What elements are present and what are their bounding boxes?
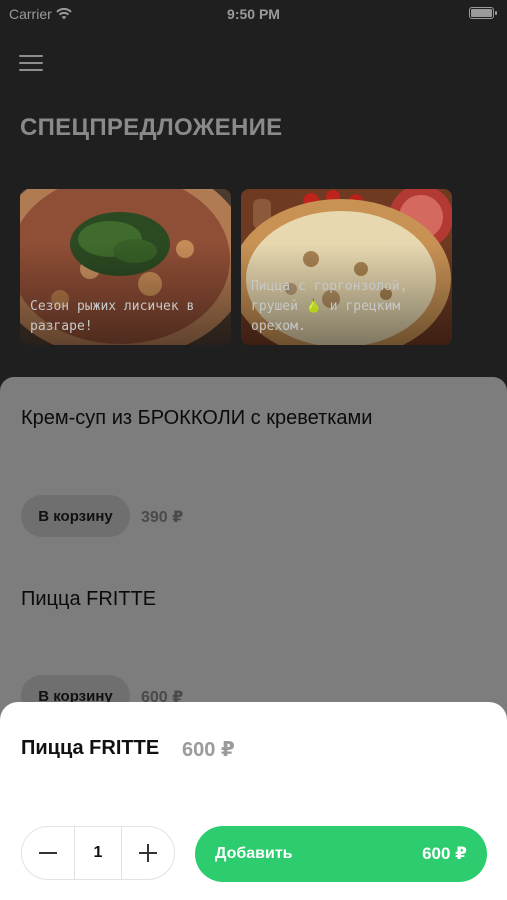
promo-caption: Сезон рыжих лисичек в разгаре! xyxy=(30,299,195,334)
status-bar: Carrier 9:50 PM xyxy=(0,0,507,28)
product-title[interactable]: Пицца FRITTE xyxy=(21,588,156,611)
promo-carousel[interactable]: Сезон рыжих лисичек в разгаре! Пицца с г… xyxy=(20,189,452,345)
add-button-label: Добавить xyxy=(215,845,293,862)
product-title[interactable]: Крем-суп из БРОККОЛИ с креветками xyxy=(21,407,372,430)
quantity-stepper: 1 xyxy=(21,826,175,880)
minus-icon[interactable] xyxy=(22,827,74,879)
add-to-cart-sheet: Пицца FRITTE 600 ₽ 1 Добавить 600 ₽ xyxy=(0,702,507,900)
add-button[interactable]: Добавить 600 ₽ xyxy=(195,826,487,882)
hamburger-menu-icon[interactable] xyxy=(19,55,43,75)
add-to-cart-button[interactable]: В корзину xyxy=(21,495,130,537)
status-time: 9:50 PM xyxy=(227,6,280,22)
plus-icon[interactable] xyxy=(122,827,174,879)
product-price: 390 ₽ xyxy=(141,509,184,526)
quantity-value: 1 xyxy=(74,827,122,879)
promo-card-gorgonzola[interactable]: Пицца с горгонзолой, грушей 🍐 и грецким … xyxy=(241,189,452,345)
add-button-price: 600 ₽ xyxy=(422,844,467,863)
battery-icon xyxy=(469,7,497,19)
selected-product-title: Пицца FRITTE xyxy=(21,737,160,759)
selected-product-price: 600 ₽ xyxy=(182,739,235,761)
promo-card-chanterelle[interactable]: Сезон рыжих лисичек в разгаре! xyxy=(20,189,231,345)
promo-caption: Пицца с горгонзолой, грушей 🍐 и грецким … xyxy=(251,279,408,334)
section-title: СПЕЦПРЕДЛОЖЕНИЕ xyxy=(20,114,283,141)
